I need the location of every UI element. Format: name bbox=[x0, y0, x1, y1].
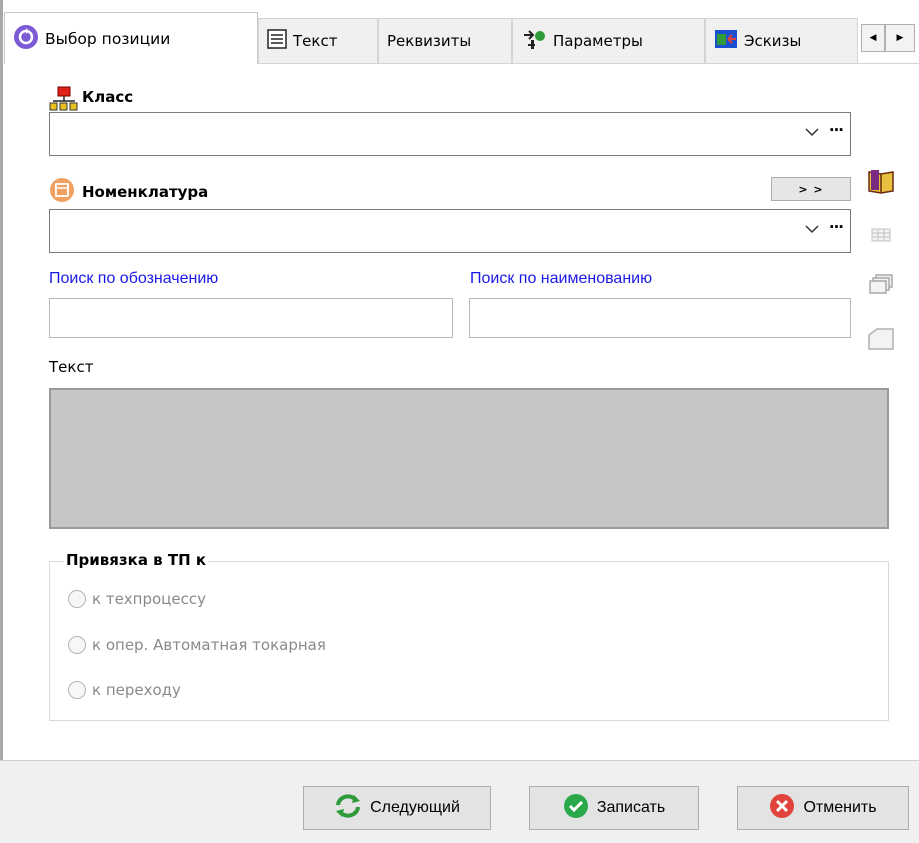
nomenclature-icon bbox=[49, 177, 75, 203]
binding-group-title: Привязка в ТП к bbox=[64, 551, 209, 569]
next-button-label: Следующий bbox=[370, 799, 460, 816]
save-button-label: Записать bbox=[596, 799, 666, 816]
nomenclature-combobox[interactable]: ··· bbox=[49, 209, 851, 253]
tab-requisites[interactable]: Реквизиты bbox=[378, 18, 512, 63]
radio-option-operation[interactable]: к опер. Автоматная токарная bbox=[68, 636, 326, 654]
dialog-left-border bbox=[0, 0, 3, 760]
search-by-designation-label: Поиск по обозначению bbox=[49, 270, 219, 287]
save-button[interactable]: Записать bbox=[529, 786, 699, 830]
chevron-down-icon[interactable] bbox=[804, 124, 820, 140]
close-circle-icon bbox=[769, 793, 795, 824]
folder-outline-icon bbox=[867, 327, 895, 355]
sketch-icon bbox=[714, 29, 738, 53]
tab-position-select[interactable]: Выбор позиции bbox=[4, 12, 258, 64]
chevron-down-icon[interactable] bbox=[804, 221, 820, 237]
tab-label: Параметры bbox=[553, 32, 643, 50]
table-icon bbox=[870, 225, 892, 249]
search-by-name-input[interactable] bbox=[469, 298, 851, 338]
book-icon bbox=[867, 168, 895, 198]
class-label: Класс bbox=[82, 88, 134, 106]
search-by-name-label: Поиск по наименованию bbox=[470, 270, 653, 287]
nomenclature-more-button[interactable]: ··· bbox=[829, 218, 844, 236]
parameters-icon bbox=[521, 27, 547, 55]
check-circle-icon bbox=[563, 793, 589, 824]
tab-label: Эскизы bbox=[744, 32, 802, 50]
table-button[interactable] bbox=[866, 222, 896, 252]
class-tree-icon bbox=[49, 86, 79, 112]
text-document-icon bbox=[267, 29, 287, 53]
radio-option-transition[interactable]: к переходу bbox=[68, 681, 181, 699]
tab-text[interactable]: Текст bbox=[258, 18, 378, 63]
text-area[interactable] bbox=[49, 388, 889, 529]
nomenclature-label: Номенклатура bbox=[82, 183, 209, 201]
copy-windows-button[interactable] bbox=[866, 272, 896, 302]
tab-label: Текст bbox=[293, 32, 338, 50]
text-label: Текст bbox=[49, 358, 94, 376]
radio-option-process[interactable]: к техпроцессу bbox=[68, 590, 206, 608]
cancel-button-label: Отменить bbox=[803, 799, 877, 816]
tab-parameters[interactable]: Параметры bbox=[512, 18, 705, 63]
cancel-button[interactable]: Отменить bbox=[737, 786, 909, 830]
tab-scroll-right-button[interactable]: ▶ bbox=[885, 24, 915, 52]
radio-label: к переходу bbox=[92, 681, 181, 699]
folder-button[interactable] bbox=[866, 326, 896, 356]
class-combobox[interactable]: ··· bbox=[49, 112, 851, 156]
triangle-left-icon: ◀ bbox=[869, 33, 877, 43]
radio-circle[interactable] bbox=[68, 590, 86, 608]
radio-circle[interactable] bbox=[68, 681, 86, 699]
tab-sketches[interactable]: Эскизы bbox=[705, 18, 858, 63]
tab-scroll-left-button[interactable]: ◀ bbox=[861, 24, 885, 52]
radio-circle[interactable] bbox=[68, 636, 86, 654]
class-more-button[interactable]: ··· bbox=[829, 121, 844, 139]
search-by-designation-input[interactable] bbox=[49, 298, 453, 338]
circle-arrows-icon bbox=[13, 24, 39, 54]
nomenclature-expand-button[interactable]: > > bbox=[771, 177, 851, 201]
next-button[interactable]: Следующий bbox=[303, 786, 491, 830]
radio-label: к техпроцессу bbox=[92, 590, 206, 608]
radio-label: к опер. Автоматная токарная bbox=[92, 636, 326, 654]
triangle-right-icon: ▶ bbox=[896, 33, 904, 43]
tab-label: Выбор позиции bbox=[45, 29, 171, 48]
tab-label: Реквизиты bbox=[387, 32, 472, 50]
refresh-arrows-icon bbox=[334, 793, 362, 824]
open-book-button[interactable] bbox=[866, 168, 896, 198]
windows-stack-icon bbox=[868, 273, 894, 301]
